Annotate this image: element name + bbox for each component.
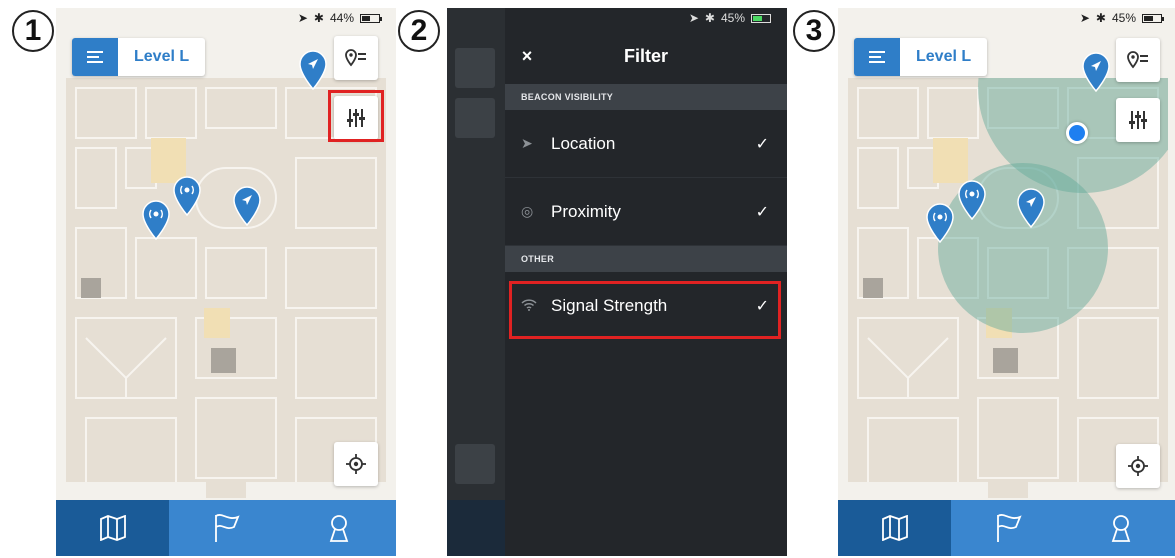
screenshot-stage: 1 2 3 ➤ ✱ 44% Level L ➤ ✱ 45% × Filter B…	[0, 0, 1175, 558]
location-arrow-icon: ➤	[1079, 11, 1090, 25]
poi-list-icon	[1127, 51, 1148, 69]
crosshair-icon	[1128, 456, 1148, 476]
profile-icon	[330, 515, 349, 542]
location-arrow-icon: ➤	[297, 11, 308, 25]
step-number-3: 3	[793, 10, 835, 52]
map-icon	[99, 515, 126, 541]
my-location-button-dimmed	[455, 444, 495, 484]
step-number-2: 2	[398, 10, 440, 52]
status-bar: ➤ ✱ 44%	[56, 8, 396, 28]
dimmed-map-background	[447, 8, 505, 556]
filter-button-dimmed	[455, 98, 495, 138]
location-beacon-pin[interactable]	[1082, 52, 1110, 92]
map-icon	[881, 515, 908, 541]
menu-lines-icon	[72, 38, 118, 76]
level-label: Level L	[916, 48, 972, 65]
phone-screen-2: ➤ ✱ 45% × Filter BEACON VISIBILITY ➤ Loc…	[447, 8, 787, 556]
battery-percent: 45%	[720, 11, 745, 25]
filter-row-proximity[interactable]: ◎ Proximity ✓	[505, 178, 787, 246]
section-header-other: OTHER	[505, 246, 787, 272]
tab-bar	[56, 500, 396, 556]
menu-lines-icon	[854, 38, 900, 76]
level-selector-button[interactable]: Level L	[72, 38, 206, 76]
sliders-icon	[1129, 111, 1147, 129]
step-number-1: 1	[12, 10, 54, 52]
poi-list-button[interactable]	[1116, 38, 1160, 82]
phone-screen-3: ➤ ✱ 45% Level L	[838, 8, 1175, 556]
location-beacon-pin[interactable]	[1017, 188, 1045, 228]
checkmark-icon: ✓	[755, 203, 769, 221]
location-beacon-pin[interactable]	[233, 186, 261, 226]
my-location-button[interactable]	[1116, 444, 1160, 488]
location-arrow-icon: ➤	[688, 11, 699, 25]
highlight-signal-strength-row	[509, 281, 781, 339]
poi-list-button[interactable]	[334, 36, 378, 80]
flag-icon	[997, 514, 1022, 542]
section-header-beacon-visibility: BEACON VISIBILITY	[505, 84, 787, 110]
battery-percent: 44%	[329, 11, 354, 25]
proximity-beacon-pin[interactable]	[926, 203, 954, 243]
filter-row-label: Location	[551, 133, 616, 153]
proximity-beacon-pin[interactable]	[958, 180, 986, 220]
tab-profile[interactable]	[282, 500, 396, 556]
battery-percent: 45%	[1111, 11, 1136, 25]
tab-bar	[838, 500, 1175, 556]
location-beacon-pin[interactable]	[299, 50, 327, 90]
profile-icon	[1112, 515, 1131, 542]
proximity-beacon-pin[interactable]	[142, 200, 170, 240]
poi-list-icon	[345, 49, 366, 67]
level-selector-button[interactable]: Level L	[854, 38, 988, 76]
status-bar: ➤ ✱ 45%	[447, 8, 787, 28]
poi-list-button-dimmed	[455, 48, 495, 88]
filter-title: Filter	[623, 45, 668, 66]
crosshair-icon	[346, 454, 366, 474]
bluetooth-icon: ✱	[704, 11, 715, 25]
tab-flag[interactable]	[951, 500, 1065, 556]
phone-screen-1: ➤ ✱ 44% Level L	[56, 8, 396, 556]
filter-row-location[interactable]: ➤ Location ✓	[505, 110, 787, 178]
highlight-filter-button	[328, 90, 384, 142]
flag-icon	[215, 514, 240, 542]
tab-map[interactable]	[56, 500, 170, 556]
level-label: Level L	[134, 48, 190, 65]
battery-icon	[360, 13, 382, 23]
close-button[interactable]: ×	[505, 46, 549, 67]
user-location-dot	[1066, 122, 1088, 144]
proximity-icon: ◎	[521, 203, 534, 219]
tab-profile[interactable]	[1064, 500, 1175, 556]
tab-bar-dimmed	[447, 500, 505, 556]
bluetooth-icon: ✱	[1095, 11, 1106, 25]
bluetooth-icon: ✱	[313, 11, 324, 25]
battery-icon	[751, 13, 773, 23]
filter-button[interactable]	[1116, 98, 1160, 142]
filter-row-label: Proximity	[551, 201, 621, 221]
my-location-button[interactable]	[334, 442, 378, 486]
checkmark-icon: ✓	[755, 135, 769, 153]
proximity-beacon-pin[interactable]	[173, 176, 201, 216]
battery-icon	[1142, 13, 1164, 23]
tab-map[interactable]	[838, 500, 952, 556]
status-bar: ➤ ✱ 45%	[838, 8, 1175, 28]
location-arrow-icon: ➤	[521, 135, 533, 151]
tab-flag[interactable]	[169, 500, 283, 556]
